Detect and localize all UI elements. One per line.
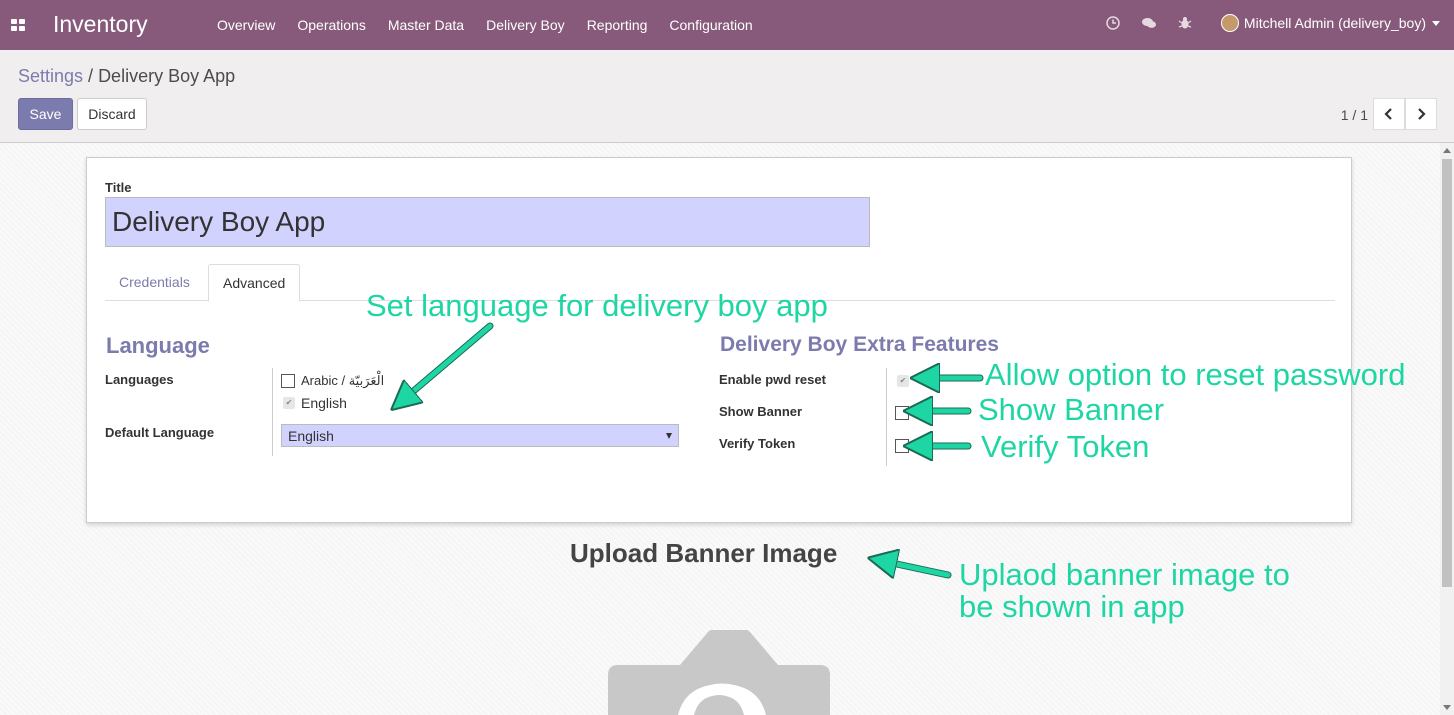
- form-sheet: Title Delivery Boy App Credentials Advan…: [86, 157, 1352, 523]
- enable-pwd-reset-checkbox[interactable]: ✔: [897, 375, 909, 387]
- top-navbar: Inventory Overview Operations Master Dat…: [0, 0, 1454, 50]
- tab-advanced[interactable]: Advanced: [208, 264, 301, 302]
- vertical-scrollbar[interactable]: [1440, 143, 1454, 715]
- scroll-down-icon[interactable]: [1443, 705, 1451, 710]
- enable-pwd-reset-label: Enable pwd reset: [719, 372, 826, 387]
- languages-label: Languages: [105, 372, 174, 387]
- annotation-show-banner: Show Banner: [978, 392, 1165, 427]
- annotation-pwd-reset: Allow option to reset password: [985, 357, 1406, 392]
- field-separator: [886, 368, 887, 466]
- chevron-right-icon: [1418, 108, 1426, 120]
- arabic-option-label: Arabic / الْعَرَبيّة: [301, 373, 385, 388]
- bug-icon[interactable]: [1177, 15, 1193, 31]
- menu-item-reporting[interactable]: Reporting: [587, 17, 648, 33]
- default-language-select[interactable]: English: [281, 424, 679, 447]
- main-menu: Overview Operations Master Data Delivery…: [217, 17, 775, 33]
- title-input[interactable]: Delivery Boy App: [105, 197, 870, 247]
- save-button[interactable]: Save: [18, 98, 73, 130]
- discard-button[interactable]: Discard: [77, 98, 147, 130]
- annotation-verify-token: Verify Token: [981, 429, 1150, 464]
- annotation-language: Set language for delivery boy app: [366, 288, 828, 323]
- chat-icon[interactable]: [1141, 15, 1157, 31]
- dropdown-caret-icon: [666, 433, 672, 439]
- menu-item-operations[interactable]: Operations: [297, 17, 365, 33]
- annotation-banner-line1: Uplaod banner image to: [959, 557, 1290, 592]
- navbar-systray: Mitchell Admin (delivery_boy): [1085, 14, 1440, 32]
- english-option-label: English: [301, 395, 347, 411]
- menu-item-master-data[interactable]: Master Data: [388, 17, 464, 33]
- annotation-banner-line2: be shown in app: [959, 589, 1185, 624]
- title-label: Title: [105, 180, 132, 195]
- menu-item-configuration[interactable]: Configuration: [669, 17, 752, 33]
- clock-icon[interactable]: [1105, 15, 1121, 31]
- upload-banner-title: Upload Banner Image: [570, 538, 838, 568]
- verify-token-label: Verify Token: [719, 436, 796, 451]
- features-section-title: Delivery Boy Extra Features: [720, 333, 999, 356]
- verify-token-checkbox[interactable]: [895, 439, 909, 453]
- breadcrumb-settings[interactable]: Settings: [18, 66, 83, 86]
- show-banner-label: Show Banner: [719, 404, 803, 419]
- breadcrumb-separator: /: [83, 66, 99, 86]
- pager-next-button[interactable]: [1405, 98, 1437, 130]
- menu-item-delivery-boy[interactable]: Delivery Boy: [486, 17, 565, 33]
- default-language-value: English: [288, 428, 334, 444]
- english-checkbox[interactable]: ✔: [283, 397, 295, 409]
- default-language-label: Default Language: [105, 425, 215, 440]
- arabic-checkbox[interactable]: [281, 374, 295, 388]
- chevron-left-icon: [1384, 108, 1392, 120]
- scroll-up-icon[interactable]: [1443, 148, 1451, 153]
- tab-credentials[interactable]: Credentials: [105, 264, 204, 301]
- user-menu[interactable]: Mitchell Admin (delivery_boy): [1244, 15, 1426, 31]
- breadcrumb: Settings / Delivery Boy App: [18, 66, 235, 87]
- app-title: Inventory: [53, 11, 148, 37]
- field-separator: [272, 368, 273, 456]
- camera-placeholder-icon[interactable]: [608, 630, 830, 715]
- apps-menu-icon[interactable]: [11, 19, 25, 31]
- language-section-title: Language: [106, 333, 210, 358]
- pager-previous-button[interactable]: [1373, 98, 1405, 130]
- user-avatar[interactable]: [1220, 14, 1239, 32]
- pager-value: 1 / 1: [1340, 107, 1368, 123]
- control-panel: Settings / Delivery Boy App Save Discard…: [0, 50, 1454, 143]
- show-banner-checkbox[interactable]: [895, 406, 909, 420]
- menu-item-overview[interactable]: Overview: [217, 17, 275, 33]
- scrollbar-thumb[interactable]: [1442, 159, 1452, 587]
- breadcrumb-current: Delivery Boy App: [98, 66, 236, 86]
- user-menu-caret-icon[interactable]: [1432, 20, 1440, 26]
